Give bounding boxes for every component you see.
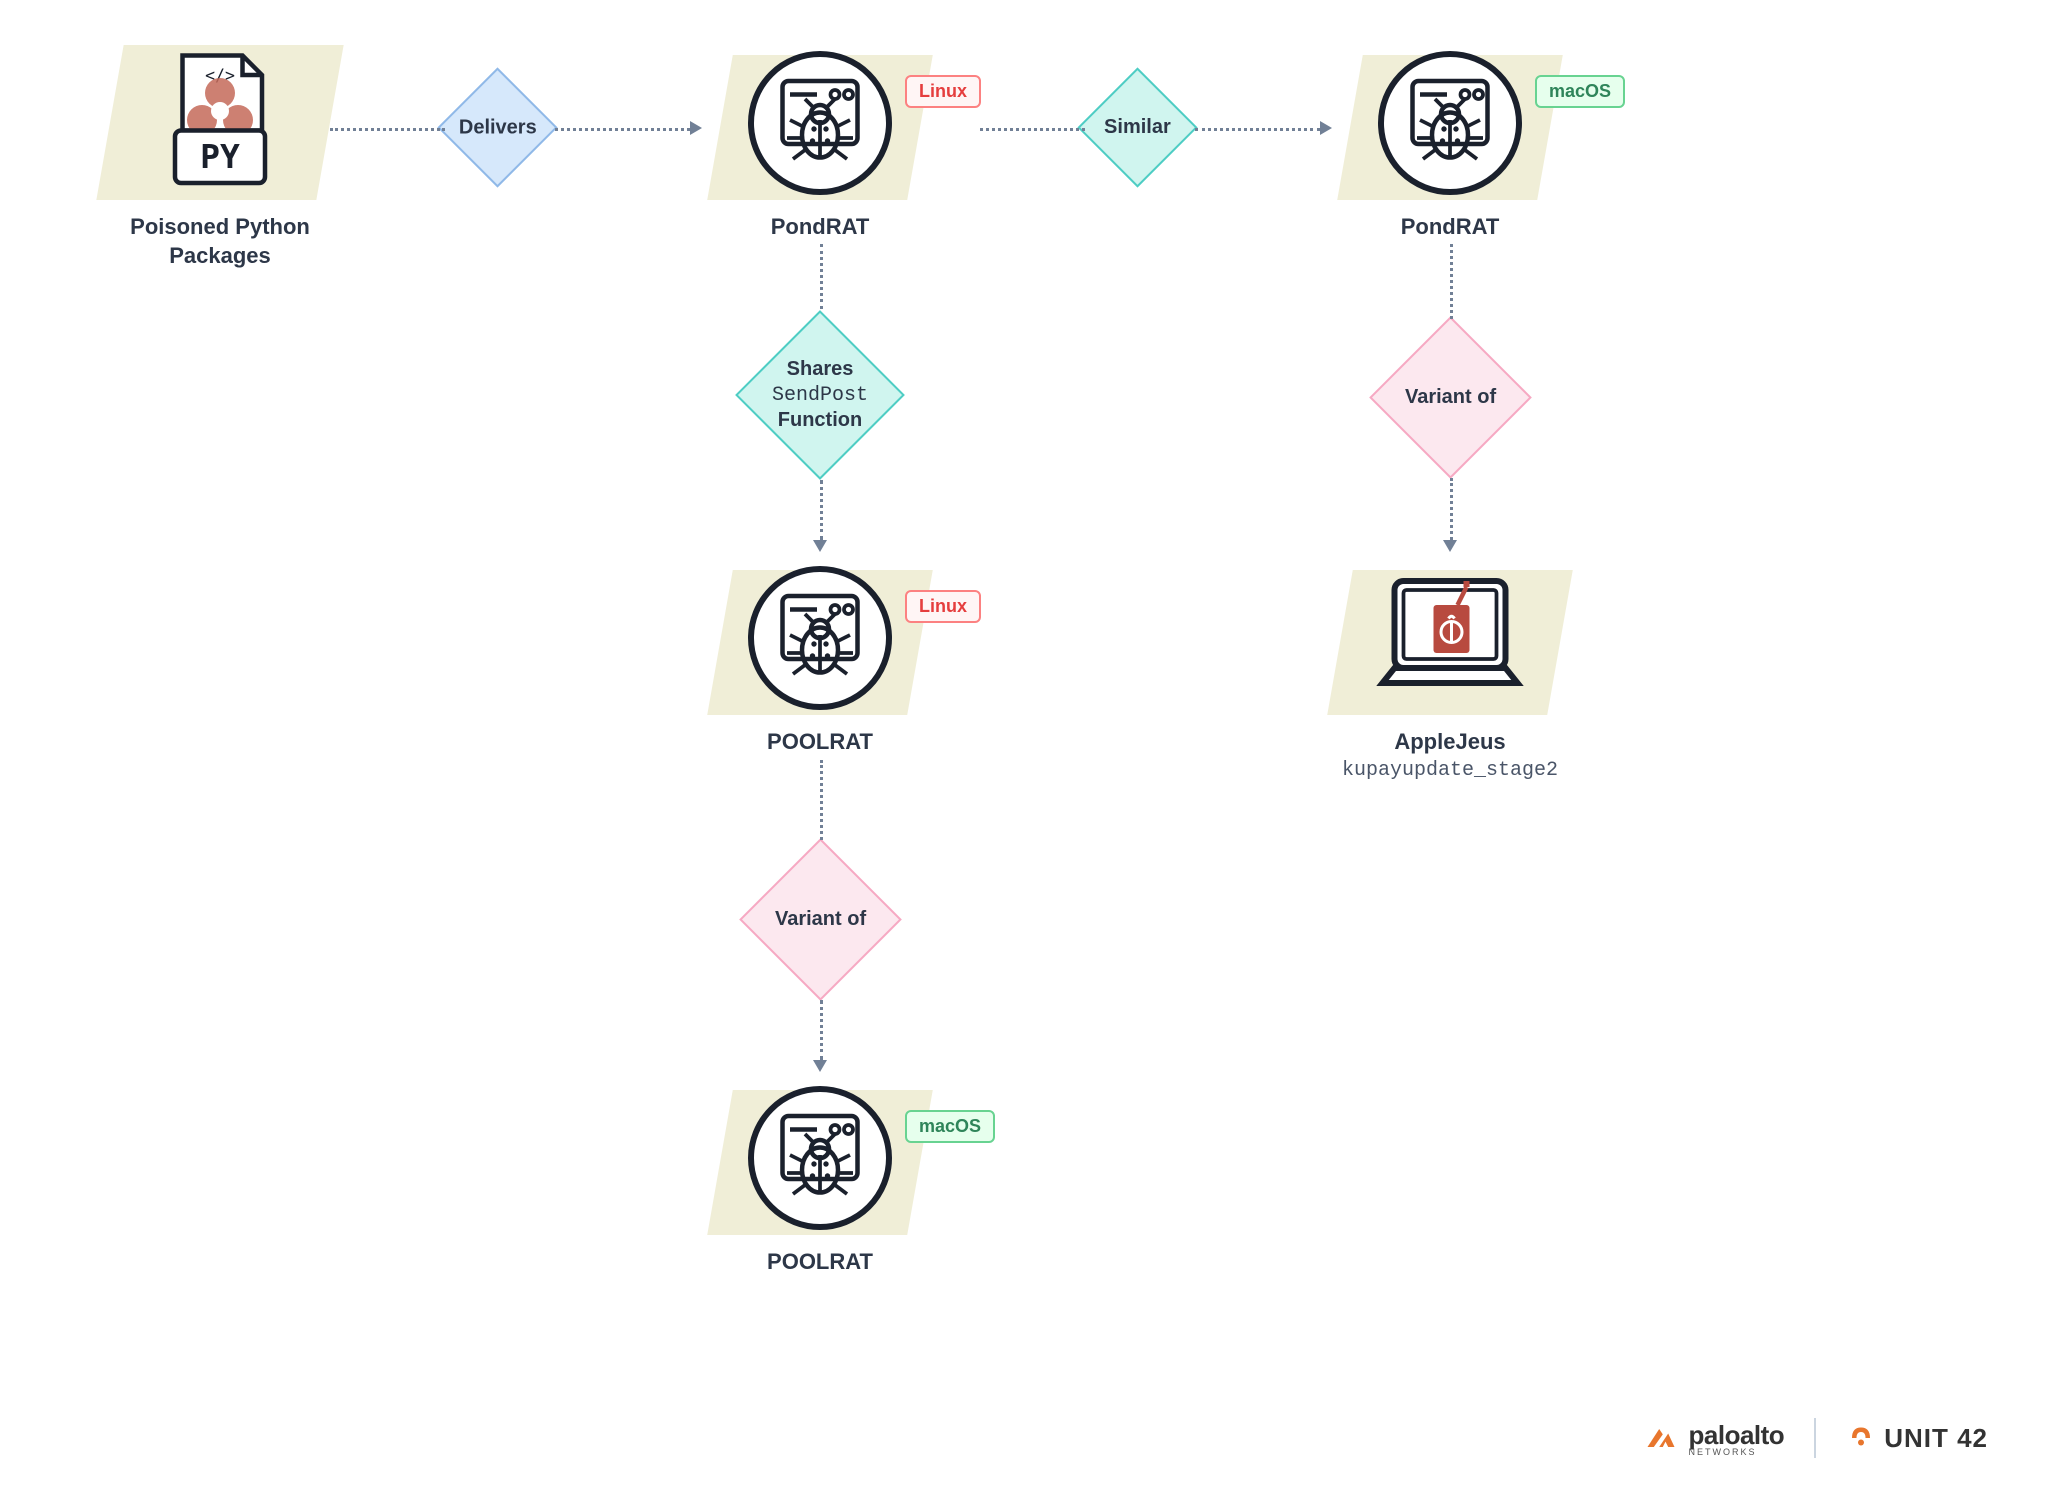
paloalto-icon [1643,1420,1679,1456]
node-applejeus-label: AppleJeus [1310,728,1590,757]
linux-tag: Linux [905,75,981,108]
connector [820,760,823,840]
macos-tag: macOS [1535,75,1625,108]
node-applejeus: AppleJeus kupayupdate_stage2 [1310,555,1590,782]
arrow-icon [1320,121,1332,135]
connector [1450,244,1453,319]
arrow-icon [813,1060,827,1072]
connector [330,128,445,131]
connector [820,1000,823,1060]
diamond-delivers: Delivers [437,67,557,187]
diamond-variant-poolrat: Variant of [739,838,902,1001]
arrow-icon [690,121,702,135]
malware-icon [1340,40,1560,205]
node-poisoned-python: </> PY Poisoned Python Packages [90,40,350,270]
linux-tag: Linux [905,590,981,623]
unit42-logo: UNIT 42 [1846,1423,1988,1454]
node-poolrat-macos-label: POOLRAT [710,1248,930,1277]
malware-icon [710,555,930,720]
diamond-variant-pondrat: Variant of [1369,316,1532,479]
paloalto-logo: paloalto NETWORKS [1643,1420,1785,1457]
footer-separator [1814,1418,1816,1458]
node-poolrat-macos: POOLRAT macOS [710,1075,930,1277]
connector [1450,478,1453,540]
diamond-shares: Shares SendPost Function [735,310,905,480]
footer-branding: paloalto NETWORKS UNIT 42 [1643,1418,1988,1458]
node-poolrat-linux: POOLRAT Linux [710,555,930,757]
svg-text:PY: PY [200,137,240,176]
connector [820,244,823,309]
node-poisoned-label: Poisoned Python Packages [90,213,350,270]
connector [820,480,823,540]
arrow-icon [1443,540,1457,552]
connector [980,128,1085,131]
unit42-icon [1846,1423,1876,1453]
python-package-icon: </> PY [90,40,350,205]
node-applejeus-sublabel: kupayupdate_stage2 [1310,759,1590,782]
laptop-juice-icon [1310,555,1590,720]
node-pondrat-macos: PondRAT macOS [1340,40,1560,242]
malware-icon [710,1075,930,1240]
node-pondrat-macos-label: PondRAT [1340,213,1560,242]
malware-icon [710,40,930,205]
macos-tag: macOS [905,1110,995,1143]
connector [555,128,690,131]
diamond-similar: Similar [1077,67,1197,187]
connector [1195,128,1320,131]
arrow-icon [813,540,827,552]
node-pondrat-linux-label: PondRAT [710,213,930,242]
node-poolrat-linux-label: POOLRAT [710,728,930,757]
node-pondrat-linux: PondRAT Linux [710,40,930,242]
